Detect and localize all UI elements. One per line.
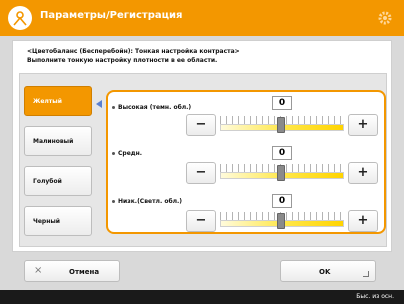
ok-label: OK [319, 268, 331, 276]
color-button-cyan[interactable]: Голубой [24, 166, 92, 196]
high-density-plus-button[interactable]: + [348, 114, 378, 136]
low-density-value: 0 [272, 194, 292, 208]
mid-density-slider[interactable] [220, 164, 344, 181]
title-bar: Параметры/Регистрация [0, 0, 404, 36]
settings-registration-icon [8, 6, 32, 30]
high-density-slider[interactable] [220, 116, 344, 133]
cancel-label: Отмена [69, 268, 100, 276]
gear-icon[interactable] [376, 9, 394, 27]
mid-density-value: 0 [272, 146, 292, 160]
cancel-button[interactable]: × Отмена [24, 260, 120, 282]
low-density-label: Низк.(Светл. обл.) [112, 198, 182, 205]
color-button-magenta[interactable]: Малиновый [24, 126, 92, 156]
slider-knob[interactable] [277, 165, 285, 181]
corner-arrow-icon [363, 271, 369, 277]
instruction-line-1: <Цветобаланс (Бесперебойн): Тонкая настр… [27, 48, 240, 55]
low-density-slider[interactable] [220, 212, 344, 229]
page-title: Параметры/Регистрация [40, 10, 183, 21]
color-button-yellow[interactable]: Желтый [24, 86, 92, 116]
status-bar: Быс. из осн. [0, 290, 404, 304]
close-icon: × [34, 265, 43, 276]
instruction-line-2: Выполните тонкую настройку плотности в е… [27, 57, 218, 64]
high-density-minus-button[interactable]: − [186, 114, 216, 136]
color-button-black[interactable]: Черный [24, 206, 92, 236]
ok-button[interactable]: OK [280, 260, 376, 282]
low-density-plus-button[interactable]: + [348, 210, 378, 232]
mid-density-plus-button[interactable]: + [348, 162, 378, 184]
slider-knob[interactable] [277, 117, 285, 133]
mid-density-label: Средн. [112, 150, 142, 157]
slider-knob[interactable] [277, 213, 285, 229]
low-density-minus-button[interactable]: − [186, 210, 216, 232]
mid-density-minus-button[interactable]: − [186, 162, 216, 184]
selection-pointer-icon [96, 100, 102, 108]
high-density-label: Высокая (темн. обл.) [112, 104, 191, 111]
status-text[interactable]: Быс. из осн. [356, 293, 394, 300]
high-density-value: 0 [272, 96, 292, 110]
instructions: <Цветобаланс (Бесперебойн): Тонкая настр… [27, 47, 240, 65]
